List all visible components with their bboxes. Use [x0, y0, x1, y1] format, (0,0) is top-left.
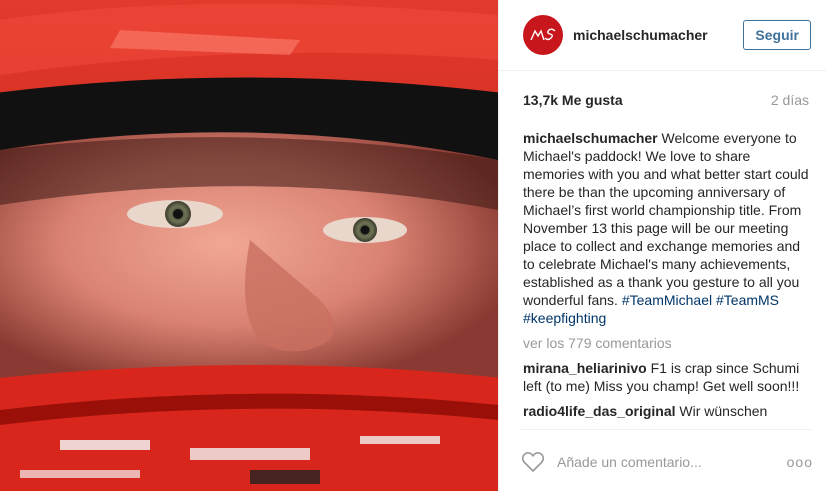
- header-username[interactable]: michaelschumacher: [573, 27, 743, 43]
- ms-logo-icon: [530, 28, 556, 41]
- more-options-icon[interactable]: ooo: [787, 454, 813, 470]
- comment-footer: ooo: [521, 442, 813, 482]
- follow-button[interactable]: Seguir: [743, 20, 811, 50]
- comment-username[interactable]: radio4life_das_original: [523, 403, 676, 419]
- post-caption: michaelschumacher Welcome everyone to Mi…: [523, 129, 813, 327]
- caption-username[interactable]: michaelschumacher: [523, 130, 658, 146]
- caption-text: Welcome everyone to Michael's paddock! W…: [523, 130, 809, 308]
- hashtag-link[interactable]: #TeamMS: [716, 292, 779, 308]
- comments-list[interactable]: michaelschumacher Welcome everyone to Mi…: [523, 129, 813, 430]
- post-stats: 13,7k Me gusta 2 días: [523, 92, 809, 108]
- heart-icon[interactable]: [521, 450, 545, 474]
- comment-item: radio4life_das_original Wir wünschen: [523, 402, 813, 420]
- likes-count[interactable]: 13,7k Me gusta: [523, 92, 623, 108]
- post-header: michaelschumacher Seguir: [499, 0, 826, 71]
- post-image[interactable]: [0, 0, 498, 491]
- avatar[interactable]: [523, 15, 563, 55]
- post-timestamp[interactable]: 2 días: [771, 92, 809, 108]
- add-comment-input[interactable]: [557, 454, 787, 470]
- comment-text: Wir wünschen: [675, 403, 768, 419]
- hashtag-link[interactable]: #TeamMichael: [622, 292, 712, 308]
- view-all-comments-link[interactable]: ver los 779 comentarios: [523, 334, 813, 352]
- post-side-panel: michaelschumacher Seguir 13,7k Me gusta …: [498, 0, 826, 491]
- hashtag-link[interactable]: #keepfighting: [523, 310, 606, 326]
- comment-username[interactable]: mirana_heliarinivo: [523, 360, 647, 376]
- footer-divider: [521, 429, 811, 430]
- comment-item: mirana_heliarinivo F1 is crap since Schu…: [523, 359, 813, 395]
